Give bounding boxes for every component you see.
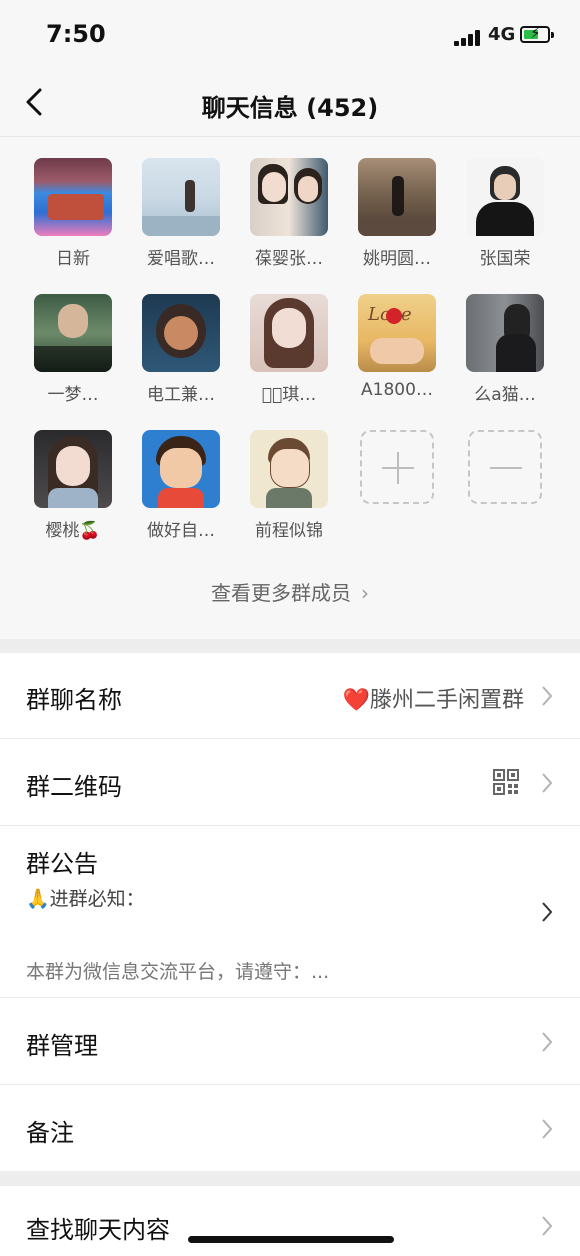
avatar [142, 158, 220, 236]
member-name: A1800… [361, 380, 433, 400]
network-type: 4G [488, 24, 516, 45]
member-item[interactable]: 做好自… [131, 430, 231, 541]
member-name: 爱唱歌… [147, 249, 215, 269]
avatar [358, 158, 436, 236]
qr-code-row[interactable]: 群二维码 [0, 739, 580, 826]
notice-first-line: 🙏进群必知： [26, 888, 145, 910]
group-notice-row[interactable]: 群公告 🙏进群必知： 本群为微信息交流平台，请遵守：... [0, 826, 580, 998]
group-manage-label: 群管理 [26, 1032, 98, 1060]
avatar [34, 430, 112, 508]
member-name: 电工兼… [147, 385, 215, 405]
view-more-label: 查看更多群成员 [211, 581, 351, 605]
view-more-members-link[interactable]: 查看更多群成员 › [0, 577, 580, 606]
signal-icon [454, 30, 484, 46]
avatar [466, 158, 544, 236]
avatar [34, 294, 112, 372]
member-item[interactable]: 一梦… [23, 294, 123, 405]
member-item[interactable]: 前程似锦 [239, 430, 339, 541]
minus-icon [468, 430, 542, 504]
nav-bar: 聊天信息 (452) [0, 68, 580, 137]
search-group: 查找聊天内容 [0, 1186, 580, 1256]
chevron-right-icon [542, 686, 553, 706]
member-item[interactable]: 葆婴张… [239, 158, 339, 269]
member-name: 么a猫… [474, 385, 536, 405]
status-time: 7:50 [46, 20, 106, 48]
member-name: 前程似锦 [255, 521, 323, 541]
qr-code-icon [493, 769, 519, 795]
avatar [250, 430, 328, 508]
avatar: Love [358, 294, 436, 372]
avatar [466, 294, 544, 372]
member-item[interactable]: 日新 [23, 158, 123, 269]
remark-label: 备注 [26, 1119, 74, 1147]
member-name: 做好自… [147, 521, 215, 541]
member-name: 姚明圆… [363, 249, 431, 269]
group-name-label: 群聊名称 [26, 686, 122, 714]
search-chat-label: 查找聊天内容 [26, 1216, 170, 1244]
avatar [142, 430, 220, 508]
member-name: 张国荣 [479, 249, 531, 269]
home-indicator [188, 1236, 394, 1243]
avatar [34, 158, 112, 236]
member-item[interactable]: 爱唱歌… [131, 158, 231, 269]
member-item[interactable]: Love A1800… [347, 294, 447, 400]
chevron-right-icon: › [361, 581, 369, 605]
group-name-value: ❤️滕州二手闲置群 [342, 688, 524, 713]
avatar [250, 294, 328, 372]
group-manage-row[interactable]: 群管理 [0, 998, 580, 1085]
page-title: 聊天信息 (452) [201, 94, 379, 122]
status-bar: 7:50 4G ⚡ [0, 0, 580, 68]
search-chat-row[interactable]: 查找聊天内容 [0, 1186, 580, 1256]
member-item[interactable]: ꩡ⃝琪… [239, 294, 339, 405]
member-item[interactable]: 张国荣 [455, 158, 555, 269]
chevron-right-icon [542, 1216, 553, 1236]
chevron-right-icon [542, 1119, 553, 1139]
member-name: 一梦… [47, 385, 99, 405]
group-name-row[interactable]: 群聊名称 ❤️滕州二手闲置群 [0, 653, 580, 739]
member-item[interactable]: 姚明圆… [347, 158, 447, 269]
member-name: 樱桃🍒 [45, 521, 101, 541]
remove-member-button[interactable] [455, 430, 555, 504]
remark-row[interactable]: 备注 [0, 1085, 580, 1171]
chevron-right-icon [542, 1032, 553, 1052]
avatar [142, 294, 220, 372]
member-name: 葆婴张… [255, 249, 323, 269]
member-item[interactable]: 电工兼… [131, 294, 231, 405]
member-item[interactable]: 么a猫… [455, 294, 555, 405]
settings-group: 群聊名称 ❤️滕州二手闲置群 群二维码 群公告 🙏进群必知： 本群为微信息交流平… [0, 653, 580, 1171]
group-notice-label: 群公告 [26, 850, 98, 878]
member-grid: 日新 爱唱歌… 葆婴张… 姚明圆… 张国荣 一梦… 电工兼… ꩡ⃝琪… A180… [0, 137, 580, 639]
qr-code-label: 群二维码 [26, 773, 122, 801]
notice-preview: 本群为微信息交流平台，请遵守：... [26, 961, 330, 983]
chevron-right-icon [542, 773, 553, 793]
add-member-button[interactable] [347, 430, 447, 504]
avatar [250, 158, 328, 236]
member-item[interactable]: 樱桃🍒 [23, 430, 123, 541]
member-name: 日新 [56, 249, 90, 269]
member-name: ꩡ⃝琪… [261, 385, 317, 405]
battery-icon: ⚡ [520, 25, 554, 43]
chevron-right-icon [542, 902, 553, 922]
plus-icon [360, 430, 434, 504]
